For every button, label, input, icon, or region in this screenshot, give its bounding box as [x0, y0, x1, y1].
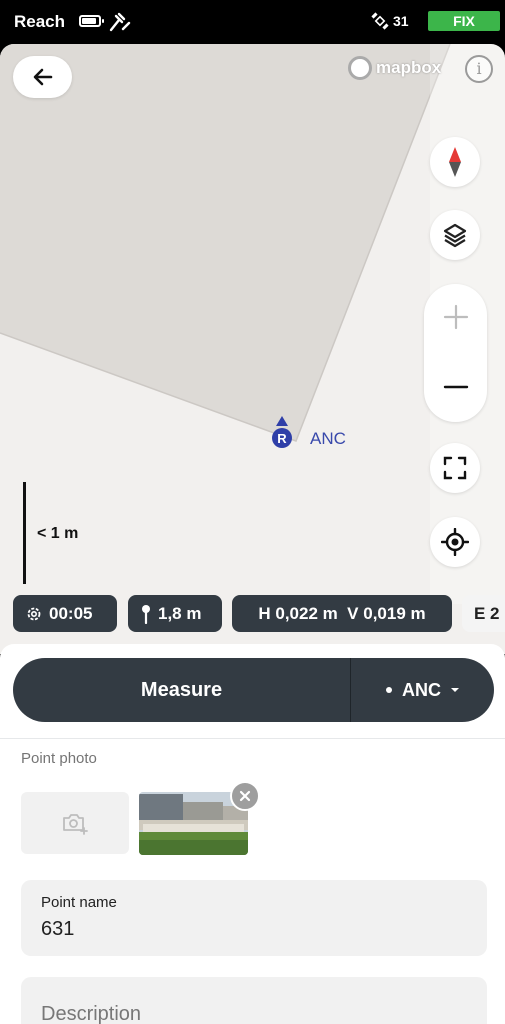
zoom-out-icon	[443, 385, 468, 389]
precision-value: H 0,022 m V 0,019 m	[258, 603, 426, 623]
fit-screen-button[interactable]	[430, 443, 480, 493]
extra-info-chip[interactable]: E 2	[462, 595, 505, 632]
back-button[interactable]	[13, 56, 72, 98]
zoom-out-button[interactable]	[424, 362, 487, 412]
scale-label: < 1 m	[37, 525, 79, 542]
chevron-down-icon	[451, 688, 459, 692]
zoom-in-icon	[443, 304, 468, 330]
zoom-in-button[interactable]	[424, 292, 487, 342]
compass-icon	[449, 147, 461, 177]
base-station-marker-icon[interactable]: R	[270, 416, 294, 452]
pin-icon	[142, 604, 150, 624]
point-sheet: Measure ANC Point photo Point name 631 D…	[0, 644, 505, 1024]
antenna-height-chip[interactable]: 1,8 m	[128, 595, 222, 632]
compass-button[interactable]	[430, 137, 480, 187]
precision-chip[interactable]: H 0,022 m V 0,019 m	[232, 595, 452, 632]
map-view[interactable]: mapbox i R ANC < 1 m 00:05 1,8 m H 0,022…	[0, 44, 505, 654]
elapsed-time-value: 00:05	[49, 603, 93, 623]
add-photo-button[interactable]	[21, 792, 129, 854]
marker-badge: R	[277, 431, 287, 446]
fit-screen-icon	[443, 456, 467, 480]
mapbox-logo: mapbox	[348, 56, 441, 80]
fix-status-badge: FIX	[428, 11, 500, 31]
mapbox-logo-mark	[348, 56, 372, 80]
divider	[0, 738, 505, 739]
measure-bar: Measure ANC	[13, 658, 494, 722]
marker-label: ANC	[310, 429, 346, 448]
antenna-height-value: 1,8 m	[158, 603, 202, 623]
measure-label: Measure	[140, 678, 223, 701]
close-icon	[239, 790, 251, 802]
info-icon[interactable]: i	[465, 55, 493, 83]
battery-icon	[79, 15, 104, 27]
mapbox-wordmark: mapbox	[376, 58, 442, 77]
app-name: Reach	[14, 12, 66, 31]
base-select-label: ANC	[402, 679, 441, 700]
extra-info-value: E 2	[474, 603, 500, 623]
description-field[interactable]: Description	[21, 977, 487, 1024]
back-arrow-icon	[33, 68, 52, 86]
locate-button[interactable]	[430, 517, 480, 567]
layers-icon	[443, 223, 467, 248]
satellite-count: 31	[393, 13, 409, 29]
remove-photo-button[interactable]	[230, 781, 260, 811]
measure-button[interactable]: Measure	[13, 658, 351, 722]
base-select-dropdown[interactable]: ANC	[351, 658, 494, 722]
elapsed-time-chip[interactable]: 00:05	[13, 595, 117, 632]
point-name-label: Point name	[41, 894, 117, 911]
point-name-value[interactable]: 631	[41, 918, 74, 941]
status-bar: Reach 31 FIX	[0, 0, 505, 44]
zoom-controls	[424, 284, 487, 422]
satellite-icon	[371, 12, 389, 30]
point-name-field[interactable]: Point name 631	[21, 880, 487, 956]
photo-section-title: Point photo	[21, 750, 97, 767]
layers-button[interactable]	[430, 210, 480, 260]
settings-gear-icon	[27, 607, 41, 620]
dot-icon	[386, 687, 392, 693]
camera-add-icon	[63, 814, 88, 835]
description-placeholder: Description	[41, 1003, 142, 1024]
survey-tool-icon	[109, 12, 131, 32]
scale-bar	[23, 482, 26, 584]
locate-icon	[441, 528, 469, 556]
